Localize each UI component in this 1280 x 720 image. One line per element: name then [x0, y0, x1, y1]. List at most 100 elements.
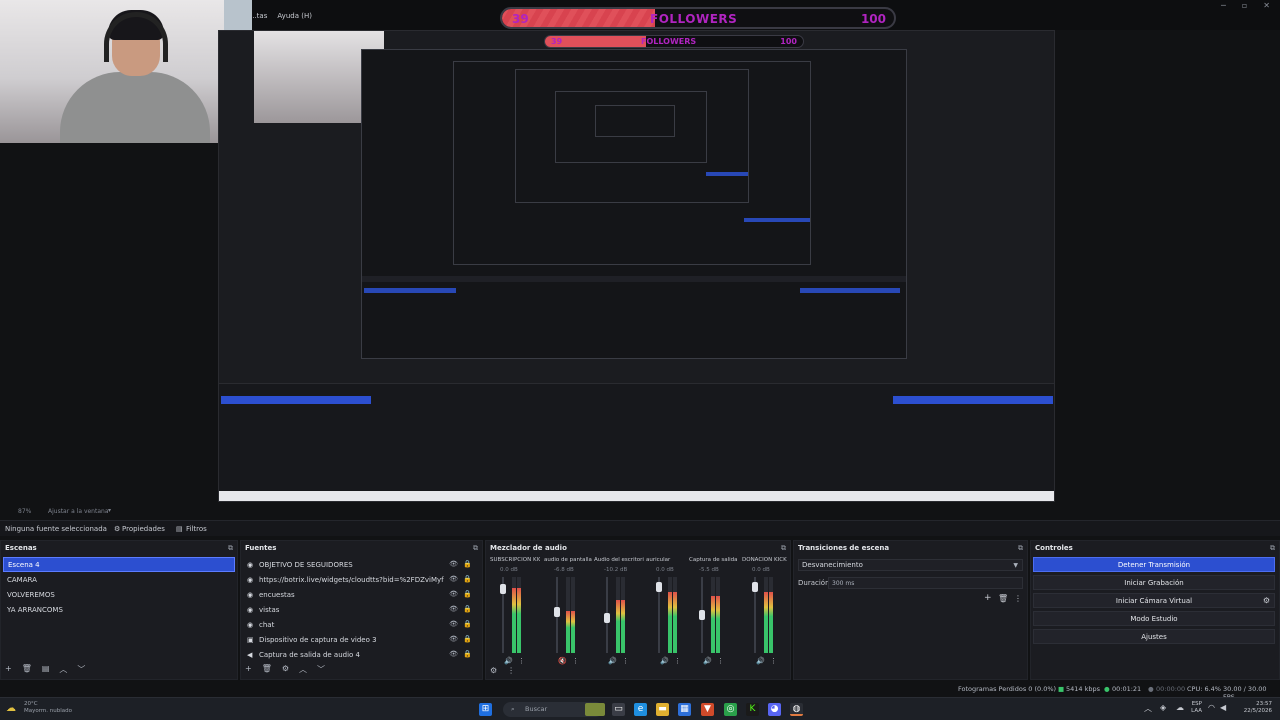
more-icon[interactable]: ⋮: [1014, 594, 1022, 603]
arrow-up-icon[interactable]: ︿: [299, 664, 307, 675]
add-icon[interactable]: +: [5, 664, 12, 675]
arrow-up-icon[interactable]: ︿: [59, 664, 67, 675]
lock-icon[interactable]: 🔒: [463, 635, 472, 643]
dock-menu-icon[interactable]: ⧉: [473, 544, 478, 553]
source-item[interactable]: ◉ https://botrix.live/widgets/cloudtts?bi…: [243, 572, 480, 587]
scene-item[interactable]: VOLVEREMOS: [3, 587, 235, 602]
windows-start-icon[interactable]: ⊞: [479, 703, 492, 716]
studio-mode-button[interactable]: Modo Estudio: [1033, 611, 1275, 626]
eye-icon[interactable]: 👁: [449, 575, 458, 583]
more-icon[interactable]: ⋮: [507, 666, 515, 675]
trash-icon[interactable]: 🗑: [22, 664, 32, 675]
scene-item[interactable]: Escena 4: [3, 557, 235, 572]
weather-icon[interactable]: ☁: [6, 703, 20, 716]
close-icon[interactable]: ✕: [1263, 1, 1270, 10]
more-icon[interactable]: ⋮: [770, 657, 777, 665]
filter-icon[interactable]: ▤: [176, 525, 183, 533]
add-icon[interactable]: +: [245, 664, 252, 675]
dock-menu-icon[interactable]: ⧉: [1018, 544, 1023, 553]
eye-icon[interactable]: 👁: [449, 620, 458, 628]
store-icon[interactable]: ▦: [678, 703, 691, 716]
volume-fader[interactable]: [604, 577, 610, 653]
lock-icon[interactable]: 🔒: [463, 620, 472, 628]
eye-icon[interactable]: 👁: [449, 590, 458, 598]
scene-item[interactable]: YA ARRANCOMS: [3, 602, 235, 617]
discord-icon[interactable]: ◕: [768, 703, 781, 716]
trash-icon[interactable]: 🗑: [262, 664, 272, 675]
more-icon[interactable]: ⋮: [674, 657, 681, 665]
dock-menu-icon[interactable]: ⧉: [228, 544, 233, 553]
source-item[interactable]: ◉ vistas 👁 🔒: [243, 602, 480, 617]
lock-icon[interactable]: 🔒: [463, 590, 472, 598]
settings-button[interactable]: Ajustes: [1033, 629, 1275, 644]
language-indicator[interactable]: ESP LAA: [1188, 701, 1202, 715]
virtual-camera-button[interactable]: Iniciar Cámara Virtual ⚙: [1033, 593, 1275, 608]
lock-icon[interactable]: 🔒: [463, 560, 472, 568]
fader-handle[interactable]: [500, 584, 506, 594]
volume-icon[interactable]: ◀: [1220, 703, 1226, 712]
fader-handle[interactable]: [699, 610, 705, 620]
filters-button[interactable]: Filtros: [186, 525, 207, 533]
fit-to-window[interactable]: Ajustar a la ventana: [48, 508, 109, 515]
chevron-down-icon[interactable]: ▾: [108, 507, 111, 514]
brave-icon[interactable]: ▼: [701, 703, 714, 716]
source-item[interactable]: ▣ Dispositivo de captura de video 3 👁 🔒: [243, 632, 480, 647]
speaker-icon[interactable]: 🔊: [756, 657, 765, 665]
speaker-icon[interactable]: 🔊: [660, 657, 669, 665]
arrow-down-icon[interactable]: ﹀: [317, 664, 325, 675]
menu-item-tools[interactable]: ...tas: [250, 12, 267, 20]
speaker-icon[interactable]: 🔊: [504, 657, 513, 665]
gear-icon[interactable]: ⚙: [282, 664, 289, 675]
duration-input[interactable]: 300 ms: [828, 577, 1023, 589]
source-item[interactable]: ◉ encuestas 👁 🔒: [243, 587, 480, 602]
properties-button[interactable]: Propiedades: [122, 525, 165, 533]
maximize-icon[interactable]: ▫: [1242, 1, 1247, 10]
fader-handle[interactable]: [604, 613, 610, 623]
more-icon[interactable]: ⋮: [518, 657, 525, 665]
gear-icon[interactable]: ⚙: [114, 525, 120, 533]
lock-icon[interactable]: 🔒: [463, 575, 472, 583]
volume-fader[interactable]: [752, 577, 758, 653]
chevron-up-icon[interactable]: ︿: [1144, 703, 1152, 714]
lock-icon[interactable]: 🔒: [463, 650, 472, 658]
more-icon[interactable]: ⋮: [572, 657, 579, 665]
lock-icon[interactable]: 🔒: [463, 605, 472, 613]
transition-select[interactable]: Desvanecimiento ▼: [798, 559, 1023, 571]
start-recording-button[interactable]: Iniciar Grabación: [1033, 575, 1275, 590]
source-item[interactable]: ◀ Captura de salida de audio 4 👁 🔒: [243, 647, 480, 662]
arrow-down-icon[interactable]: ﹀: [77, 664, 85, 675]
volume-fader[interactable]: [656, 577, 662, 653]
speaker-icon[interactable]: 🔊: [608, 657, 617, 665]
chrome-icon[interactable]: ◎: [724, 703, 737, 716]
mixer-settings-icon[interactable]: ⚙: [490, 666, 497, 675]
source-item[interactable]: ◉ OBJETIVO DE SEGUIDORES 👁 🔒: [243, 557, 480, 572]
filter-icon[interactable]: ▤: [42, 664, 50, 675]
scene-item[interactable]: CAMARA: [3, 572, 235, 587]
volume-fader[interactable]: [699, 577, 705, 653]
add-transition-icon[interactable]: +: [984, 593, 992, 603]
fader-handle[interactable]: [656, 582, 662, 592]
fader-handle[interactable]: [554, 607, 560, 617]
eye-icon[interactable]: 👁: [449, 650, 458, 658]
source-item[interactable]: ◉ chat 👁 🔒: [243, 617, 480, 632]
dock-menu-icon[interactable]: ⧉: [1270, 544, 1275, 553]
clock[interactable]: 23:57 22/5/2026: [1232, 701, 1272, 715]
wifi-icon[interactable]: ◠: [1208, 703, 1215, 712]
minimize-icon[interactable]: ─: [1221, 1, 1226, 10]
obs-icon[interactable]: ◍: [790, 703, 803, 716]
volume-fader[interactable]: [554, 577, 560, 653]
muted-speaker-icon[interactable]: 🔇: [558, 657, 567, 665]
zoom-level[interactable]: 87%: [18, 508, 31, 515]
eye-icon[interactable]: 👁: [449, 635, 458, 643]
task-view-icon[interactable]: ▭: [612, 703, 625, 716]
edge-icon[interactable]: e: [634, 703, 647, 716]
volume-fader[interactable]: [500, 577, 506, 653]
trash-icon[interactable]: 🗑: [998, 594, 1008, 603]
more-icon[interactable]: ⋮: [622, 657, 629, 665]
gear-icon[interactable]: ⚙: [1263, 594, 1270, 608]
more-icon[interactable]: ⋮: [717, 657, 724, 665]
onedrive-icon[interactable]: ☁: [1176, 703, 1184, 712]
kick-icon[interactable]: K: [746, 703, 759, 716]
speaker-icon[interactable]: 🔊: [703, 657, 712, 665]
widget-image-icon[interactable]: [585, 703, 605, 716]
